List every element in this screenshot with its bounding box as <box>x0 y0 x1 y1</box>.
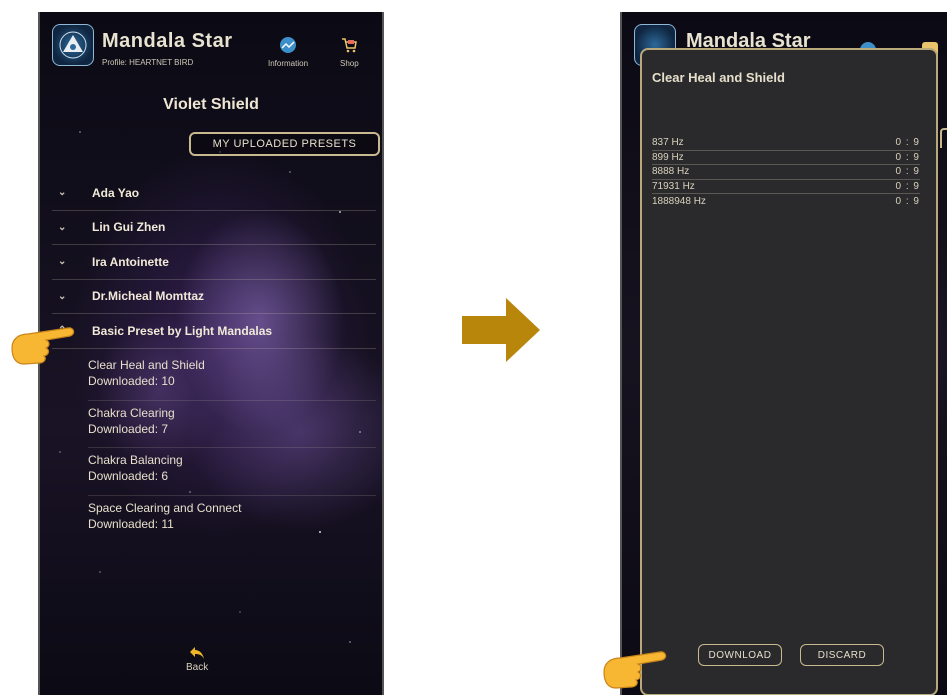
app-logo <box>52 24 94 66</box>
frequency-value: 1888948 Hz <box>652 195 706 207</box>
preset-list: Clear Heal and Shield Downloaded: 10 Cha… <box>88 353 376 543</box>
author-name: Dr.Micheal Momttaz <box>92 289 205 304</box>
frequency-duration: 0 : 9 <box>895 195 920 207</box>
back-arrow-icon <box>190 647 205 659</box>
frequency-row: 837 Hz 0 : 9 <box>652 136 920 151</box>
frequency-row: 1888948 Hz 0 : 9 <box>652 194 920 209</box>
app-title: Mandala Star <box>102 30 233 52</box>
download-button[interactable]: DOWNLOAD <box>698 644 782 666</box>
dialog-title: Clear Heal and Shield <box>652 70 785 85</box>
preset-title: Chakra Clearing <box>88 405 175 420</box>
frequency-row: 8888 Hz 0 : 9 <box>652 165 920 180</box>
page-title: Violet Shield <box>163 96 259 113</box>
frequency-list: 837 Hz 0 : 9 899 Hz 0 : 9 8888 Hz 0 : 9 … <box>652 136 920 209</box>
back-label: Back <box>186 662 209 673</box>
background-button-edge <box>940 128 947 148</box>
preset-detail-dialog: Clear Heal and Shield 837 Hz 0 : 9 899 H… <box>640 48 938 695</box>
author-name: Lin Gui Zhen <box>92 220 166 235</box>
preset-item[interactable]: Space Clearing and Connect Downloaded: 1… <box>88 496 376 544</box>
frequency-duration: 0 : 9 <box>895 180 920 192</box>
information-label: Information <box>268 59 309 68</box>
mandala-logo-icon <box>59 31 87 59</box>
preset-downloads: Downloaded: 11 <box>88 516 174 531</box>
author-row[interactable]: ⌄ Dr.Micheal Momttaz <box>52 280 376 314</box>
chevron-down-icon: ⌄ <box>58 221 67 233</box>
left-phone-screen: Mandala Star Profile: HEARTNET BIRD Info… <box>38 12 384 695</box>
shopping-cart-icon <box>342 38 358 53</box>
frequency-value: 71931 Hz <box>652 180 695 192</box>
author-row-expanded[interactable]: ⌃ Basic Preset by Light Mandalas <box>52 314 376 349</box>
frequency-duration: 0 : 9 <box>895 151 920 163</box>
right-phone-screen: Mandala Star Clear Heal and Shield 837 H… <box>620 12 947 695</box>
author-row[interactable]: ⌄ Lin Gui Zhen <box>52 211 376 245</box>
chevron-down-icon: ⌄ <box>58 256 67 268</box>
preset-item[interactable]: Chakra Clearing Downloaded: 7 <box>88 401 376 448</box>
preset-title: Clear Heal and Shield <box>88 358 205 372</box>
frequency-row: 899 Hz 0 : 9 <box>652 151 920 165</box>
my-uploaded-presets-button[interactable]: MY UPLOADED PRESETS <box>189 132 380 156</box>
chevron-down-icon: ⌄ <box>58 187 67 199</box>
frequency-row: 71931 Hz 0 : 9 <box>652 180 920 194</box>
profile-label: Profile: HEARTNET BIRD <box>102 58 194 67</box>
shop-button[interactable]: Shop <box>340 36 359 68</box>
pointing-hand-icon <box>603 651 667 689</box>
preset-downloads: Downloaded: 7 <box>88 421 169 436</box>
preset-title: Chakra Balancing <box>88 453 183 467</box>
preset-downloads: Downloaded: 6 <box>88 469 169 483</box>
author-name: Ada Yao <box>92 185 140 200</box>
author-name: Basic Preset by Light Mandalas <box>92 323 273 338</box>
author-row[interactable]: ⌄ Ada Yao <box>52 176 376 211</box>
frequency-value: 899 Hz <box>652 151 684 163</box>
preset-item[interactable]: Chakra Balancing Downloaded: 6 <box>88 448 376 496</box>
preset-item[interactable]: Clear Heal and Shield Downloaded: 10 <box>88 353 376 401</box>
frequency-duration: 0 : 9 <box>895 137 920 149</box>
information-button[interactable]: Information <box>268 36 308 68</box>
shop-label: Shop <box>340 59 359 68</box>
back-button[interactable]: Back <box>186 644 208 673</box>
author-list: ⌄ Ada Yao ⌄ Lin Gui Zhen ⌄ Ira Antoinett… <box>52 176 376 349</box>
frequency-value: 8888 Hz <box>652 166 690 178</box>
pointing-hand-icon <box>11 327 75 365</box>
frequency-value: 837 Hz <box>652 137 684 149</box>
discard-button[interactable]: DISCARD <box>800 644 884 666</box>
author-row[interactable]: ⌄ Ira Antoinette <box>52 245 376 280</box>
author-name: Ira Antoinette <box>92 254 169 269</box>
information-icon <box>280 37 297 53</box>
chevron-down-icon: ⌄ <box>58 290 67 302</box>
preset-title: Space Clearing and Connect <box>88 500 242 515</box>
transition-arrow-icon <box>462 298 540 362</box>
preset-downloads: Downloaded: 10 <box>88 374 175 388</box>
frequency-duration: 0 : 9 <box>895 166 920 178</box>
